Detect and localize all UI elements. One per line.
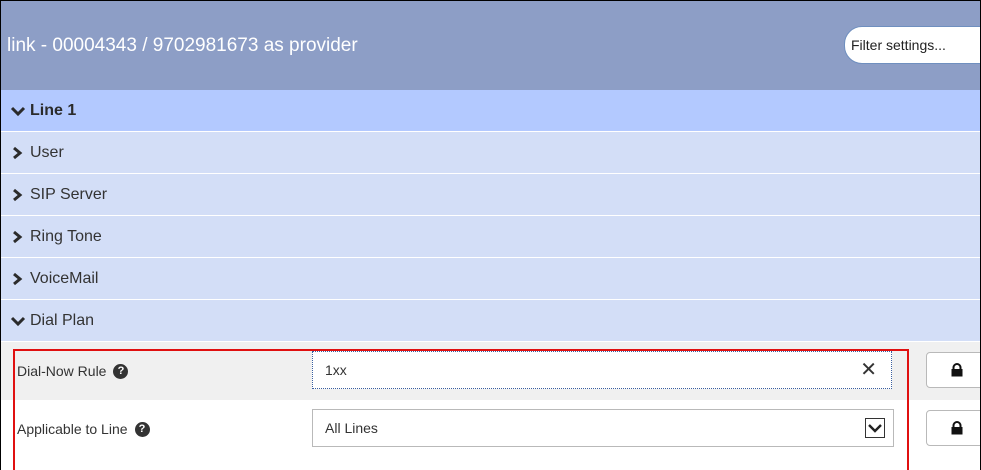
chevron-right-icon — [10, 146, 28, 160]
applicable-to-line-value: All Lines — [325, 420, 378, 436]
lock-button[interactable] — [926, 352, 980, 388]
dial-now-rule-label: Dial-Now Rule — [17, 363, 107, 379]
section-label: Dial Plan — [30, 311, 95, 329]
help-icon[interactable]: ? — [113, 363, 129, 379]
setting-row-applicable-to-line: Applicable to Line ? All Lines — [1, 400, 980, 458]
section-label: User — [30, 143, 64, 161]
lock-icon — [951, 421, 963, 435]
applicable-to-line-label: Applicable to Line — [17, 421, 128, 437]
lock-icon — [951, 363, 963, 377]
help-icon[interactable]: ? — [134, 421, 150, 437]
setting-label: Applicable to Line ? — [17, 421, 150, 437]
filter-settings-input[interactable]: Filter settings... — [844, 26, 980, 64]
dropdown-arrow-icon[interactable] — [865, 418, 885, 438]
dial-now-rule-value: 1xx — [325, 362, 347, 378]
section-label: VoiceMail — [30, 269, 99, 287]
page-title: link - 00004343 / 9702981673 as provider — [7, 35, 358, 56]
lock-button[interactable] — [926, 410, 980, 446]
chevron-down-icon — [10, 104, 28, 118]
section-dial-plan[interactable]: Dial Plan — [1, 300, 980, 342]
setting-row-dial-now-rule: Dial-Now Rule ? 1xx ✕ — [1, 342, 980, 400]
section-label: SIP Server — [30, 185, 108, 203]
dial-now-rule-input[interactable]: 1xx ✕ — [312, 351, 892, 389]
settings-tree: Line 1 User SIP Server Ring Tone VoiceMa… — [1, 90, 980, 458]
section-label: Line 1 — [30, 101, 77, 119]
chevron-right-icon — [10, 230, 28, 244]
clear-icon[interactable]: ✕ — [860, 360, 877, 380]
section-label: Ring Tone — [30, 227, 102, 245]
section-user[interactable]: User — [1, 132, 980, 174]
settings-panel: link - 00004343 / 9702981673 as provider… — [0, 0, 981, 470]
section-line-1[interactable]: Line 1 — [1, 90, 980, 132]
chevron-right-icon — [10, 188, 28, 202]
section-sip-server[interactable]: SIP Server — [1, 174, 980, 216]
header-bar: link - 00004343 / 9702981673 as provider… — [1, 1, 980, 90]
setting-label: Dial-Now Rule ? — [17, 363, 129, 379]
section-voicemail[interactable]: VoiceMail — [1, 258, 980, 300]
chevron-right-icon — [10, 272, 28, 286]
section-ring-tone[interactable]: Ring Tone — [1, 216, 980, 258]
chevron-down-icon — [10, 314, 28, 328]
applicable-to-line-select[interactable]: All Lines — [312, 409, 894, 447]
